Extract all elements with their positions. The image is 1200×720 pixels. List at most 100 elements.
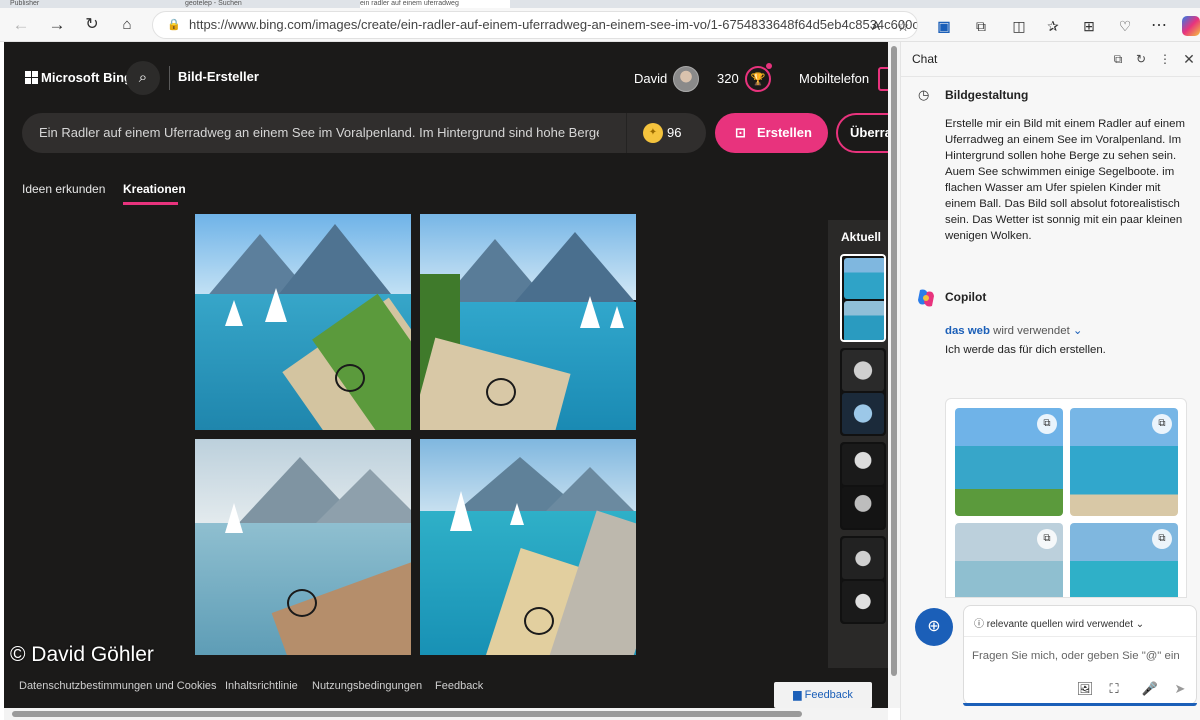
split-screen-icon[interactable]: ◫ [1008,16,1030,36]
generated-images-card: ⧉ ⧉ ⧉ ⧉ [945,398,1187,598]
avatar[interactable] [673,66,699,92]
favorites-icon[interactable]: ✰ [1042,16,1064,36]
forward-arrow-icon[interactable]: → [46,15,68,35]
web-sources-toggle[interactable]: das web wird verwendet ⌄ [945,323,1082,337]
image-options-icon[interactable]: ⧉ [1152,529,1172,549]
image-options-icon[interactable]: ⧉ [1037,414,1057,434]
prompt-text[interactable]: Ein Radler auf einem Uferradweg an einem… [39,125,599,140]
chat-image-1[interactable]: ⧉ [955,408,1063,516]
boost-coin-icon: ✦ [643,123,663,143]
chat-image-3[interactable]: ⧉ [955,523,1063,597]
address-bar[interactable]: 🔒 https://www.bing.com/images/create/ein… [152,11,918,39]
refresh-icon[interactable]: ↻ [1132,50,1150,68]
footer-link-content-policy[interactable]: Inhaltsrichtlinie [225,680,298,692]
chat-image-2[interactable]: ⧉ [1070,408,1178,516]
chat-header-divider [901,76,1200,77]
footer-link-feedback[interactable]: Feedback [435,680,483,692]
chevron-down-icon: ⌄ [1072,325,1083,337]
browser-tab-search[interactable]: geotelep - Suchen [185,0,325,8]
copyright-watermark: © David Göhler [10,643,154,666]
history-icon[interactable]: ◷ [918,87,929,103]
rewards-points[interactable]: 320 [717,71,739,86]
home-icon[interactable]: ⌂ [116,15,138,35]
generated-image-2[interactable] [420,214,636,430]
prompt-input[interactable]: Ein Radler auf einem Uferradweg an einem… [22,113,706,153]
tab-label: ein radler auf einem uferradweg [360,0,459,7]
chat-image-4[interactable]: ⧉ [1070,523,1178,597]
scrollbar-thumb[interactable] [891,46,897,676]
compose-focus-underline [963,703,1197,706]
image-options-icon[interactable]: ⧉ [1037,529,1057,549]
page-footer: Datenschutzbestimmungen und Cookies Inha… [4,668,888,708]
tab-creations[interactable]: Kreationen [123,182,186,196]
generated-image-1[interactable] [195,214,411,430]
copilot-icon[interactable] [1182,16,1200,36]
mobile-link[interactable]: Mobiltelefon [799,71,869,86]
send-icon[interactable]: ➤ [1171,680,1189,698]
close-icon[interactable]: ✕ [1180,50,1198,68]
copilot-logo-icon [918,289,934,307]
feedback-label: Feedback [804,689,853,701]
recent-thumbnail-group[interactable] [840,254,886,342]
tab-label: Publisher [10,0,40,7]
feedback-button[interactable]: ▆ Feedback [774,682,872,708]
chat-compose-box[interactable]: ⓘ relevante quellen wird verwendet ⌄ 🖼 ⛶… [963,605,1197,705]
mobile-phone-icon[interactable] [878,67,888,91]
collections-icon[interactable]: ▣ [933,16,955,36]
extensions-icon[interactable]: ⧉ [970,16,992,36]
search-button[interactable]: ⌕ [126,61,160,95]
sources-label: relevante quellen wird verwendet [986,619,1133,630]
scrollbar-thumb[interactable] [12,711,802,717]
read-aloud-glyph: A [871,19,880,33]
read-aloud-icon[interactable]: A [865,16,887,36]
vertical-scrollbar[interactable] [888,42,900,708]
generated-image-3[interactable] [195,439,411,655]
lock-icon[interactable]: 🔒 [167,12,181,38]
feedback-chat-icon: ▆ [793,689,802,701]
brand-name[interactable]: Microsoft Bing [41,70,132,85]
assistant-reply: Ich werde das für dich erstellen. [945,344,1106,356]
new-topic-button[interactable]: ⊕ [915,608,953,646]
browser-tab-strip: Publisher geotelep - Suchen ein radler a… [0,0,1200,8]
chat-title: Chat [912,52,938,66]
assistant-name: Copilot [945,290,987,304]
tab-actions-icon[interactable]: ⊞ [1078,16,1100,36]
open-new-tab-icon[interactable]: ⧉ [1109,50,1127,68]
create-label: Erstellen [757,125,812,140]
user-name[interactable]: David [634,71,667,86]
screenshot-icon[interactable]: ⛶ [1105,680,1123,698]
refresh-icon[interactable]: ↻ [81,15,103,35]
footer-link-terms[interactable]: Nutzungsbedingungen [312,680,422,692]
product-title[interactable]: Bild-Ersteller [178,69,259,84]
web-used-highlight: das web [945,325,990,337]
image-add-icon[interactable]: 🖼 [1076,680,1094,698]
tab-explore-ideas[interactable]: Ideen erkunden [22,182,105,196]
browser-tab-active[interactable]: ein radler auf einem uferradweg [360,0,510,8]
footer-link-privacy[interactable]: Datenschutzbestimmungen und Cookies [19,680,217,692]
horizontal-scrollbar[interactable] [4,708,888,720]
surprise-me-button[interactable]: Überrasch [836,113,888,153]
conversation-title[interactable]: Bildgestaltung [945,88,1028,102]
image-options-icon[interactable]: ⧉ [1152,414,1172,434]
create-button[interactable]: ⊡ Erstellen [715,113,828,153]
microphone-icon[interactable]: 🎤 [1141,680,1159,698]
browser-essentials-icon[interactable]: ♡ [1114,16,1136,36]
rewards-trophy-icon[interactable]: 🏆 [745,66,771,92]
recent-thumbnail-group[interactable] [840,442,886,530]
url-text: https://www.bing.com/images/create/ein-r… [189,17,918,32]
recent-thumbnail-group[interactable] [840,348,886,436]
favorite-star-icon[interactable]: ☆ [892,16,914,36]
web-used-suffix: wird verwendet [993,325,1070,337]
generated-image-4[interactable] [420,439,636,655]
back-arrow-icon[interactable]: ← [10,15,32,35]
more-icon[interactable]: ⋮ [1156,50,1174,68]
chat-input[interactable] [972,646,1188,666]
more-icon[interactable]: ⋯ [1148,16,1170,36]
image-sparkle-icon: ⊡ [735,125,746,140]
chevron-down-icon: ⌄ [1135,619,1145,630]
header-divider [169,66,170,90]
sources-selector[interactable]: ⓘ relevante quellen wird verwendet ⌄ [974,615,1144,630]
browser-tab-publisher[interactable]: Publisher [10,0,80,8]
recent-thumbnail-group[interactable] [840,536,886,624]
browser-toolbar: ← → ↻ ⌂ 🔒 https://www.bing.com/images/cr… [0,8,1200,42]
